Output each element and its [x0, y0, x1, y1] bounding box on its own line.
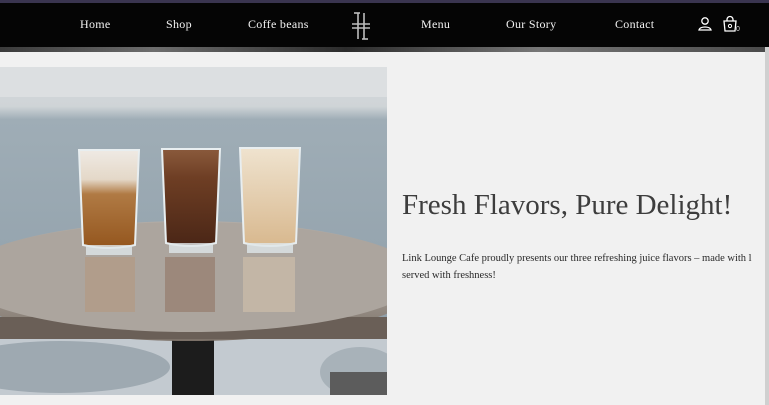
- user-icon[interactable]: [696, 15, 714, 33]
- nav-our-story[interactable]: Our Story: [506, 17, 556, 32]
- cafe-monogram-logo[interactable]: [349, 11, 373, 41]
- nav-coffee-beans[interactable]: Coffe beans: [248, 17, 309, 32]
- hero-description-line-1: Link Lounge Cafe proudly presents our th…: [402, 253, 752, 264]
- cart-count-badge: 0: [736, 26, 740, 33]
- scrollbar-edge[interactable]: [765, 47, 769, 405]
- main-navigation: Home Shop Coffe beans Menu Our Story Con…: [0, 3, 769, 47]
- hero-drinks-image: [0, 67, 387, 395]
- hero-title: Fresh Flavors, Pure Delight!: [402, 189, 733, 221]
- hero-description: Link Lounge Cafe proudly presents our th…: [402, 250, 765, 286]
- nav-home[interactable]: Home: [80, 17, 111, 32]
- hero-description-line-2: served with freshness!: [402, 270, 496, 281]
- nav-menu[interactable]: Menu: [421, 17, 450, 32]
- nav-shop[interactable]: Shop: [166, 17, 192, 32]
- nav-contact[interactable]: Contact: [615, 17, 654, 32]
- header-image-strip: [0, 47, 769, 52]
